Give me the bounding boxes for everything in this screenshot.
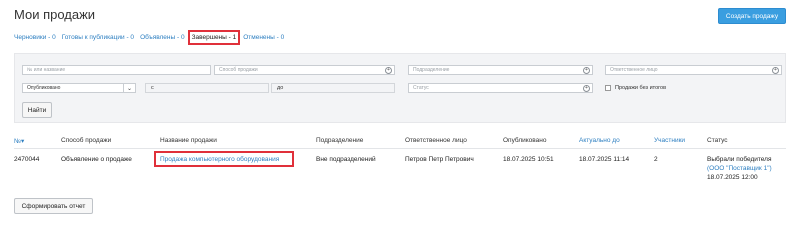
row-responsible: Петров Петр Петрович <box>405 156 474 163</box>
published-select-value: Опубликовано <box>27 85 61 91</box>
row-name-link[interactable]: Продажа компьютерного оборудования <box>154 151 294 167</box>
tab-drafts[interactable]: Черновики - 0 <box>14 34 56 41</box>
row-status: Выбрали победителя <box>707 156 772 163</box>
date-to-field[interactable] <box>271 83 395 93</box>
row-status-date: 18.07.2025 12:00 <box>707 174 758 181</box>
status-tabs: Черновики - 0 Готовы к публикации - 0 Об… <box>14 29 284 45</box>
published-select[interactable]: Опубликовано ⌄ <box>22 83 136 93</box>
row-participants: 2 <box>654 156 658 163</box>
column-actual[interactable]: Актуально до <box>579 137 620 144</box>
row-method: Объявление о продаже <box>61 156 132 163</box>
plus-circle-icon[interactable]: + <box>772 67 779 74</box>
plus-circle-icon[interactable]: + <box>583 85 590 92</box>
page-title: Мои продажи <box>14 7 96 22</box>
plus-circle-icon[interactable]: + <box>385 67 392 74</box>
no-results-checkbox[interactable] <box>605 85 611 91</box>
tab-announced[interactable]: Объявлены - 0 <box>140 34 185 41</box>
row-number: 2470044 <box>14 156 40 163</box>
sale-method-field[interactable]: Способ продажи + <box>214 65 395 75</box>
column-method: Способ продажи <box>61 137 112 144</box>
date-from-field[interactable] <box>145 83 269 93</box>
tab-cancelled[interactable]: Отменены - 0 <box>243 34 284 41</box>
row-published: 18.07.2025 10:51 <box>503 156 554 163</box>
row-actual: 18.07.2025 11:14 <box>579 156 630 163</box>
column-status: Статус <box>707 137 728 144</box>
row-status-winner-link[interactable]: (ООО "Поставщик 1") <box>707 165 772 172</box>
plus-circle-icon[interactable]: + <box>583 67 590 74</box>
row-department: Вне подразделений <box>316 156 376 163</box>
tab-completed[interactable]: Завершены - 1 <box>187 29 241 45</box>
find-button[interactable]: Найти <box>22 102 52 118</box>
no-results-label: Продажи без итогов <box>615 85 667 91</box>
column-name: Название продажи <box>160 137 217 144</box>
status-placeholder: Статус <box>413 85 429 91</box>
column-number[interactable]: №▾ <box>14 137 24 145</box>
status-field[interactable]: Статус + <box>408 83 593 93</box>
table-header-divider <box>14 148 786 149</box>
column-number-label: № <box>14 138 21 145</box>
column-published: Опубликовано <box>503 137 547 144</box>
responsible-field[interactable]: Ответственное лицо + <box>605 65 782 75</box>
sort-desc-icon: ▾ <box>20 138 25 145</box>
column-department: Подразделение <box>316 137 364 144</box>
column-participants[interactable]: Участники <box>654 137 685 144</box>
tab-ready-to-publish[interactable]: Готовы к публикации - 0 <box>62 34 134 41</box>
create-sale-button[interactable]: Создать продажу <box>718 8 786 24</box>
filter-panel: № или название Способ продажи + Подразде… <box>14 53 786 123</box>
chevron-down-icon: ⌄ <box>123 84 135 92</box>
sale-method-placeholder: Способ продажи <box>219 67 258 73</box>
department-field[interactable]: Подразделение + <box>408 65 593 75</box>
responsible-placeholder: Ответственное лицо <box>610 67 658 73</box>
department-placeholder: Подразделение <box>413 67 450 73</box>
column-responsible: Ответственное лицо <box>405 137 467 144</box>
generate-report-button[interactable]: Сформировать отчет <box>14 198 93 214</box>
number-search-input[interactable]: № или название <box>22 65 211 75</box>
